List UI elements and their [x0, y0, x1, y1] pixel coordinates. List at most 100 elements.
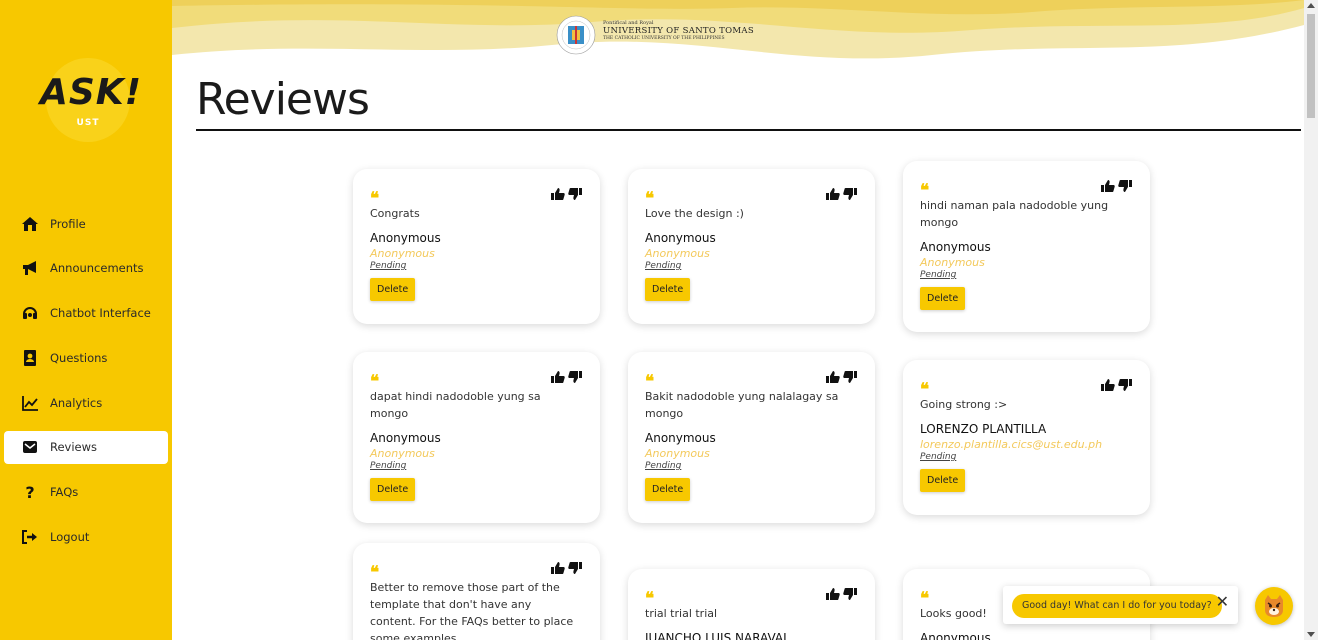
thumbs-down-icon[interactable] — [843, 186, 857, 200]
review-card: ❝ Bakit nadodoble yung nalalagay sa mong… — [628, 352, 875, 523]
review-status: Pending — [370, 261, 407, 271]
thumbs-down-icon[interactable] — [568, 560, 582, 574]
review-email: Anonymous — [370, 447, 435, 460]
review-author: Anonymous — [645, 431, 716, 445]
review-text: Bakit nadodoble yung nalalagay sa mongo — [645, 390, 839, 420]
ust-wordmark: Pontifical and Royal UNIVERSITY OF SANTO… — [603, 20, 754, 41]
delete-button[interactable]: Delete — [920, 469, 966, 492]
vote-buttons — [826, 586, 857, 600]
review-author: JUANCHO LUIS NARAVAL — [645, 631, 790, 640]
sidebar-nav: Profile Announcements Chatbot Interface … — [0, 207, 172, 565]
review-text: Love the design :) — [645, 207, 744, 220]
sidebar-item-questions[interactable]: Questions — [4, 341, 168, 374]
delete-button[interactable]: Delete — [370, 478, 416, 501]
chatbot-greeting-message[interactable]: Good day! What can I do for you today? — [1012, 594, 1222, 618]
ust-seal — [555, 14, 597, 56]
review-text: Going strong :> — [920, 398, 1008, 411]
sidebar-item-label: Questions — [50, 350, 108, 365]
envelope-icon — [20, 437, 40, 457]
sidebar-item-label: FAQs — [50, 485, 79, 500]
sidebar-item-chatbot-interface[interactable]: Chatbot Interface — [4, 297, 168, 330]
review-card: ❝ Going strong :> LORENZO PLANTILLA lore… — [903, 360, 1150, 515]
vote-buttons — [551, 186, 582, 200]
sidebar: ASK! UST Profile Announcements Chatbot I… — [0, 0, 172, 640]
thumbs-up-icon[interactable] — [551, 560, 565, 574]
contact-book-icon — [20, 348, 40, 368]
quote-icon: ❝ — [920, 380, 930, 400]
thumbs-down-icon[interactable] — [1118, 377, 1132, 391]
sidebar-item-announcements[interactable]: Announcements — [4, 252, 168, 285]
quote-icon: ❝ — [370, 189, 380, 209]
quote-icon: ❝ — [645, 372, 655, 392]
thumbs-down-icon[interactable] — [843, 586, 857, 600]
vote-buttons — [551, 369, 582, 383]
ust-name-text: UNIVERSITY OF SANTO TOMAS — [603, 26, 754, 36]
sidebar-item-reviews[interactable]: Reviews — [4, 430, 168, 464]
quote-icon: ❝ — [920, 589, 930, 609]
close-icon[interactable]: ✕ — [1216, 594, 1229, 610]
vote-buttons — [1101, 377, 1132, 391]
sidebar-item-faqs[interactable]: ? FAQs — [4, 476, 168, 509]
sidebar-item-profile[interactable]: Profile — [4, 207, 168, 240]
thumbs-up-icon[interactable] — [551, 186, 565, 200]
thumbs-up-icon[interactable] — [1101, 377, 1115, 391]
review-email: Anonymous — [645, 447, 710, 460]
thumbs-down-icon[interactable] — [843, 369, 857, 383]
quote-icon: ❝ — [370, 563, 380, 583]
scroll-down-arrow-icon[interactable] — [1307, 632, 1315, 637]
vote-buttons — [826, 369, 857, 383]
vote-buttons — [1101, 178, 1132, 192]
page-scrollbar[interactable] — [1304, 0, 1318, 640]
title-divider — [196, 129, 1301, 131]
line-chart-icon — [20, 393, 40, 413]
review-text: Congrats — [370, 207, 420, 220]
quote-icon: ❝ — [370, 372, 380, 392]
delete-button[interactable]: Delete — [920, 287, 966, 310]
review-text: dapat hindi nadodoble yung sa mongo — [370, 390, 541, 420]
logo-subtext: UST — [76, 118, 100, 128]
sidebar-item-label: Announcements — [50, 261, 144, 276]
review-author: Anonymous — [645, 231, 716, 245]
review-card: ❝ hindi naman pala nadodoble yung mongo … — [903, 161, 1150, 332]
review-email: Anonymous — [645, 247, 710, 260]
review-author: Anonymous — [370, 431, 441, 445]
logout-icon — [20, 527, 40, 547]
delete-button[interactable]: Delete — [645, 278, 691, 301]
scrollbar-thumb[interactable] — [1307, 14, 1315, 118]
review-author: LORENZO PLANTILLA — [920, 422, 1047, 436]
page-title: Reviews — [196, 74, 370, 125]
delete-button[interactable]: Delete — [370, 278, 416, 301]
scroll-up-arrow-icon[interactable] — [1307, 3, 1315, 8]
sidebar-item-label: Chatbot Interface — [50, 306, 151, 321]
sidebar-item-analytics[interactable]: Analytics — [4, 386, 168, 419]
sidebar-item-label: Logout — [50, 530, 90, 545]
chatbot-greeting-popup: Good day! What can I do for you today? ✕ — [1003, 586, 1238, 624]
ust-tagline-text: THE CATHOLIC UNIVERSITY OF THE PHILIPPIN… — [603, 36, 725, 41]
review-author: Anonymous — [920, 240, 991, 254]
thumbs-up-icon[interactable] — [826, 369, 840, 383]
review-card: ❝ dapat hindi nadodoble yung sa mongo An… — [353, 352, 600, 523]
delete-button[interactable]: Delete — [645, 478, 691, 501]
app-logo[interactable]: ASK! UST — [40, 58, 141, 144]
vote-buttons — [551, 560, 582, 574]
thumbs-up-icon[interactable] — [826, 186, 840, 200]
sidebar-item-label: Profile — [50, 216, 86, 231]
review-card: ❝ Better to remove those part of the tem… — [353, 543, 600, 640]
review-status: Pending — [920, 270, 957, 280]
thumbs-down-icon[interactable] — [568, 186, 582, 200]
thumbs-down-icon[interactable] — [568, 369, 582, 383]
quote-icon: ❝ — [645, 189, 655, 209]
thumbs-up-icon[interactable] — [826, 586, 840, 600]
question-icon: ? — [25, 482, 35, 502]
tiger-mascot-icon — [1265, 595, 1283, 617]
sidebar-item-logout[interactable]: Logout — [4, 521, 168, 554]
review-email: Anonymous — [920, 256, 985, 269]
thumbs-up-icon[interactable] — [551, 369, 565, 383]
megaphone-icon — [20, 258, 40, 278]
thumbs-down-icon[interactable] — [1118, 178, 1132, 192]
review-email: Anonymous — [370, 247, 435, 260]
chatbot-launcher-button[interactable] — [1255, 587, 1293, 625]
review-status: Pending — [920, 452, 957, 462]
review-author: Anonymous — [370, 231, 441, 245]
thumbs-up-icon[interactable] — [1101, 178, 1115, 192]
